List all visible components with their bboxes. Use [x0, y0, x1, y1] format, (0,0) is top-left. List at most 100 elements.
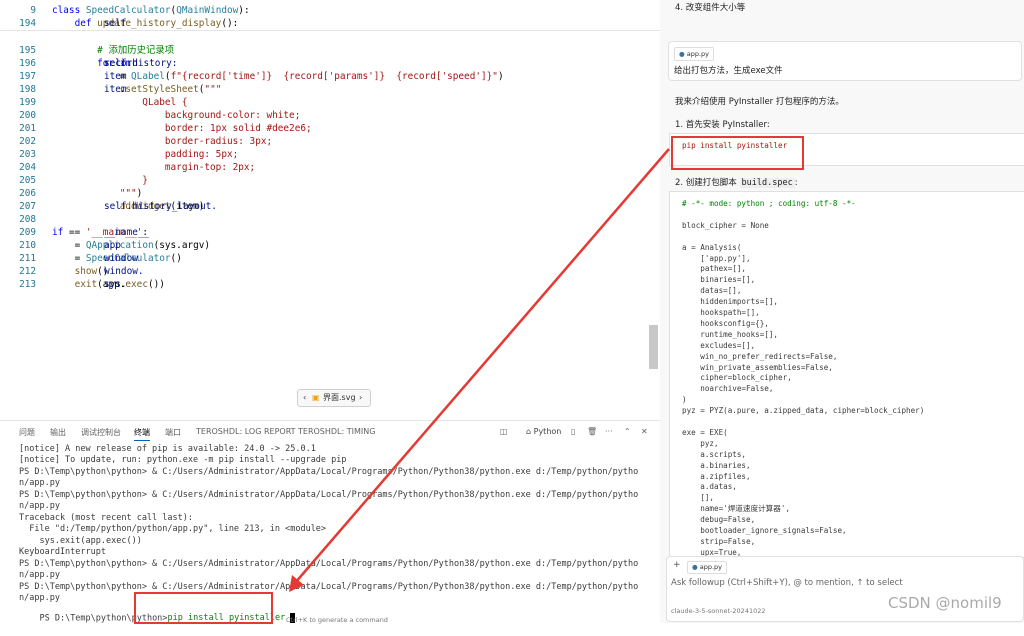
code-text: window = SpeedCalculator() [52, 252, 182, 265]
code-token: class [52, 5, 86, 16]
python-file-icon: ● [679, 50, 685, 58]
annotation-box-chat-command [671, 136, 804, 170]
tab-debug-console[interactable]: 调试控制台 [81, 427, 121, 438]
spec-code-line: win_private_assemblies=False, [682, 362, 833, 372]
code-token: window. [104, 266, 144, 277]
code-token: self.history: [104, 58, 178, 69]
code-text: background-color: white; [52, 109, 300, 122]
code-token: () [170, 253, 182, 264]
line-number: 195 [19, 45, 36, 56]
split-terminal-icon[interactable]: ◫ [500, 427, 508, 436]
tab-terminal[interactable]: 终端 [134, 427, 150, 441]
spec-code-line: debug=False, [682, 515, 756, 525]
sticky-scroll-divider [0, 30, 660, 31]
code-token: ) [497, 71, 504, 82]
followup-file-chip[interactable]: ● app.py [687, 561, 728, 574]
file-breadcrumb-chip[interactable]: ‹ ▣ 界面.svg › [297, 389, 371, 407]
code-text: # 添加历史记录项 [52, 44, 174, 57]
code-token: = [74, 253, 86, 264]
trash-icon[interactable]: 🗑 [587, 427, 597, 436]
code-token: border-radius: 3px; [52, 136, 273, 147]
spec-code-line: # -*- mode: python ; coding: utf-8 -*- [682, 199, 856, 208]
code-text: self.history_layout. addWidget(item) [52, 200, 217, 213]
user-message-box[interactable]: ● app.py 给出打包方法，生成exe文件 [668, 41, 1022, 81]
split-icon[interactable]: ▯ [571, 427, 575, 436]
line-number: 9 [30, 5, 36, 16]
line-number: 194 [19, 18, 36, 29]
code-text: padding: 5px; [52, 148, 238, 161]
code-text: } [52, 174, 148, 187]
chevron-right-icon[interactable]: › [359, 390, 362, 406]
code-text: for record in self.history: [52, 57, 177, 70]
spec-code-line: name='焊道速度计算器', [682, 504, 791, 514]
code-token: window [104, 253, 144, 264]
chevron-left-icon[interactable]: ‹ [303, 390, 306, 406]
code-token: self.history_layout. [104, 201, 217, 212]
maximize-panel-icon[interactable]: ⌃ [624, 427, 631, 436]
spec-code-line: pyz, [682, 438, 719, 448]
code-token: """ [204, 84, 222, 95]
code-editor[interactable]: 9 class SpeedCalculator(QMainWindow): 194 … [0, 0, 660, 405]
tab-output[interactable]: 输出 [50, 427, 66, 438]
code-token: __name__ [104, 227, 155, 238]
tab-teroshdl-timing[interactable]: TEROSHDL: TIMING [298, 427, 375, 436]
code-token: ()) [147, 279, 165, 290]
spec-code-line: noarchive=False, [682, 384, 774, 394]
code-token: = [74, 240, 86, 251]
terminal-line: PS D:\Temp\python\python> & C:/Users/Adm… [19, 582, 639, 592]
line-number: 198 [19, 84, 36, 95]
step2-heading: 2. 创建打包脚本 build.spec: [675, 178, 798, 188]
followup-input-box[interactable]: + ● app.py Ask followup (Ctrl+Shift+Y), … [666, 556, 1024, 622]
tab-teroshdl-log[interactable]: TEROSHDL: LOG REPORT [196, 427, 296, 436]
spec-code-line: ['app.py'], [682, 253, 751, 263]
close-panel-icon[interactable]: ✕ [641, 427, 648, 436]
tab-problems[interactable]: 问题 [19, 427, 35, 438]
spec-code-line: a.zipfiles, [682, 471, 751, 481]
code-token: """ [52, 188, 137, 199]
spec-code-line: datas=[], [682, 286, 742, 296]
code-text: item .setStyleSheet(""" [52, 83, 221, 96]
editor-scrollbar[interactable] [649, 325, 658, 369]
code-token: f"{record['time']} {record['params']} {r… [170, 71, 498, 82]
file-chip-label: 界面.svg [323, 393, 356, 402]
line-number: 207 [19, 201, 36, 212]
code-text: app = QApplication(sys.argv) [52, 239, 210, 252]
code-token: exec [125, 279, 148, 290]
code-token: } [52, 175, 148, 186]
model-selector[interactable]: claude-3-5-sonnet-20241022 [671, 607, 766, 615]
terminal-line: sys.exit(app.exec()) [19, 536, 142, 546]
python-file-icon: ● [692, 563, 698, 571]
terminal-line: n/app.py [19, 478, 60, 488]
step1-heading: 1. 首先安装 PyInstaller: [675, 120, 770, 130]
spec-code-line: [], [682, 493, 715, 503]
code-token: background-color: white; [52, 110, 301, 121]
code-token: setStyleSheet [125, 84, 199, 95]
code-text: def update_history_display(self): [52, 17, 239, 30]
spec-code-line: a.scripts, [682, 449, 747, 459]
watermark: CSDN @nomil9 [888, 594, 1002, 612]
assistant-intro: 我来介绍使用 PyInstaller 打包程序的方法。 [675, 97, 844, 107]
panel-tab-bar: 问题 输出 调试控制台 终端 端口 TEROSHDL: LOG REPORT T… [0, 420, 660, 443]
code-token: SpeedCalculator [85, 5, 171, 16]
line-number: 197 [19, 71, 36, 82]
spec-code-line: a.datas, [682, 482, 737, 492]
add-context-icon[interactable]: + [673, 560, 681, 570]
code-text: margin-top: 2px; [52, 161, 255, 174]
code-token: sys. [104, 279, 127, 290]
code-token: border: 1px solid #dee2e6; [52, 123, 312, 134]
line-number: 196 [19, 58, 36, 69]
spec-code-block[interactable]: # -*- mode: python ; coding: utf-8 -*- bl… [669, 191, 1024, 558]
spec-code-line: bootloader_ignore_signals=False, [682, 526, 847, 535]
spec-code-line: hiddenimports=[], [682, 297, 779, 307]
followup-input[interactable]: Ask followup (Ctrl+Shift+Y), @ to mentio… [671, 578, 903, 588]
line-number: 206 [19, 188, 36, 199]
attached-file-chip[interactable]: ● app.py [674, 47, 715, 61]
spec-code-line: a.binaries, [682, 460, 751, 470]
terminal-shell-label[interactable]: ⌂ Python [526, 427, 561, 436]
more-icon[interactable]: ··· [605, 427, 613, 436]
tab-ports[interactable]: 端口 [165, 427, 181, 438]
code-token: item [104, 71, 133, 82]
line-number: 210 [19, 240, 36, 251]
user-message-text: 给出打包方法，生成exe文件 [674, 66, 783, 76]
line-number: 200 [19, 110, 36, 121]
